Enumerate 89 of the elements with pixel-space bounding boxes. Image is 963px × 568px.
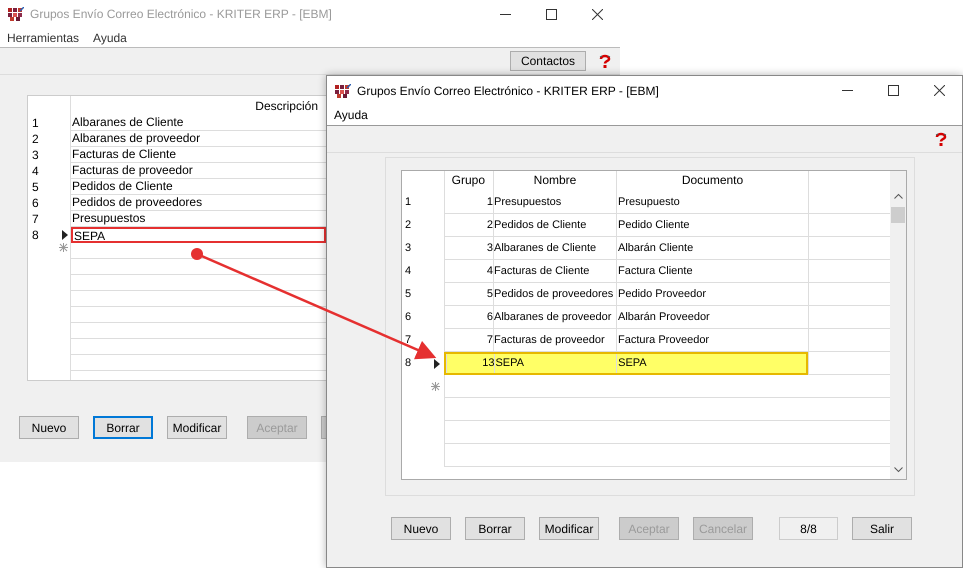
table-cell: Pedidos de Cliente xyxy=(71,179,326,195)
table-row[interactable]: 2Pedidos de Cliente Pedido Cliente xyxy=(444,214,808,237)
table-cell: Albarán Cliente xyxy=(616,237,808,259)
table-cell: 1 xyxy=(444,191,493,213)
action-button[interactable]: Modificar xyxy=(167,416,227,439)
table-row[interactable]: 3Albaranes de Cliente Albarán Cliente xyxy=(444,237,808,260)
row-number: 2 xyxy=(405,218,412,234)
column-header: Grupo xyxy=(444,171,493,191)
table-cell: Presupuestos xyxy=(493,191,616,213)
row-number: 3 xyxy=(32,147,39,164)
table-cell: Pedido Cliente xyxy=(616,214,808,236)
table-cell: Pedidos de proveedores xyxy=(493,283,616,305)
record-counter: 8/8 xyxy=(779,517,838,540)
table-row[interactable]: 1Presupuestos Presupuesto xyxy=(444,191,808,214)
row-number: 3 xyxy=(405,241,412,256)
row-number: 8 xyxy=(405,356,412,372)
app-logo-icon xyxy=(8,7,24,21)
scrollbar[interactable] xyxy=(890,171,906,479)
table-cell: 2 xyxy=(444,214,493,236)
table-cell: Albaranes de proveedor xyxy=(71,131,326,147)
action-button[interactable]: Borrar xyxy=(93,416,153,439)
new-row-icon xyxy=(431,382,440,391)
scroll-down-icon[interactable] xyxy=(894,467,902,473)
app-logo-icon xyxy=(335,84,351,98)
current-row-icon xyxy=(434,358,440,368)
row-number: 8 xyxy=(32,227,39,244)
window-title: Grupos Envío Correo Electrónico - KRITER ERP - [EBM] xyxy=(30,6,333,23)
row-number: 1 xyxy=(405,195,412,210)
table-cell: Factura Proveedor xyxy=(616,329,808,351)
table-cell: 7 xyxy=(444,329,493,351)
maximize-icon xyxy=(546,8,556,20)
row-number: 6 xyxy=(32,195,39,212)
table-cell: 5 xyxy=(444,283,493,305)
menu-item[interactable]: Ayuda xyxy=(334,106,368,124)
table-cell: Pedido Proveedor xyxy=(616,283,808,305)
table-cell: 13 xyxy=(446,354,494,373)
table-cell: Albarán Proveedor xyxy=(616,306,808,328)
column-header: Documento xyxy=(616,171,808,191)
close-icon xyxy=(934,85,944,96)
window-title: Grupos Envío Correo Electrónico - KRITER ERP - [EBM] xyxy=(357,82,660,100)
menu-item[interactable]: Herramientas xyxy=(7,28,80,46)
scroll-up-icon[interactable] xyxy=(894,193,902,199)
row-number: 1 xyxy=(32,115,39,132)
action-button[interactable]: Borrar xyxy=(465,517,525,540)
table-cell: Presupuesto xyxy=(616,191,808,213)
table-row[interactable]: 4Facturas de Cliente Factura Cliente xyxy=(444,260,808,283)
table-cell: Pedidos de Cliente xyxy=(493,214,616,236)
table-cell: Facturas de Cliente xyxy=(71,147,326,163)
column-header: Descripción xyxy=(255,98,318,115)
column-header: Nombre xyxy=(493,171,616,191)
help-icon[interactable] xyxy=(598,54,612,68)
row-number: 7 xyxy=(32,211,39,228)
table-row[interactable]: 6Albaranes de proveedor Albarán Proveedor xyxy=(444,306,808,329)
row-number: 5 xyxy=(32,179,39,196)
row-number: 6 xyxy=(405,310,412,326)
table-cell: Albaranes de Cliente xyxy=(71,115,326,131)
close-icon xyxy=(592,8,602,20)
row-number: 7 xyxy=(405,333,412,348)
contacts-button[interactable]: Contactos xyxy=(510,51,586,71)
table-row[interactable]: 13SEPA SEPA xyxy=(444,352,808,375)
table-cell: 3 xyxy=(444,237,493,259)
row-number: 5 xyxy=(405,287,412,302)
current-row-icon xyxy=(62,230,68,240)
table-cell: Factura Cliente xyxy=(616,260,808,282)
row-number: 4 xyxy=(32,163,39,180)
table-cell: Pedidos de proveedores xyxy=(71,195,326,211)
action-button[interactable]: Nuevo xyxy=(19,416,79,439)
table-row[interactable]: 5Pedidos de proveedores Pedido Proveedor xyxy=(444,283,808,306)
help-icon[interactable] xyxy=(934,132,948,146)
table-cell: 6 xyxy=(444,306,493,328)
scrollbar-thumb[interactable] xyxy=(891,207,905,223)
action-button[interactable]: Nuevo xyxy=(391,517,451,540)
table-cell: Facturas de Cliente xyxy=(493,260,616,282)
table-cell: Facturas de proveedor xyxy=(71,163,326,179)
menu-item[interactable]: Ayuda xyxy=(93,28,127,46)
table-cell: Albaranes de proveedor xyxy=(493,306,616,328)
action-button[interactable]: Modificar xyxy=(539,517,599,540)
row-number: 4 xyxy=(405,264,412,280)
table-cell: Presupuestos xyxy=(71,211,326,227)
table-cell: Albaranes de Cliente xyxy=(493,237,616,259)
row-number: 2 xyxy=(32,131,39,148)
table-cell: 4 xyxy=(444,260,493,282)
table-cell: SEPA xyxy=(494,354,616,373)
exit-button[interactable]: Salir xyxy=(852,517,912,540)
table-cell: SEPA xyxy=(71,227,326,243)
new-row-icon xyxy=(59,243,68,252)
table-cell: Facturas de proveedor xyxy=(493,329,616,351)
maximize-icon xyxy=(888,85,898,96)
table-cell: SEPA xyxy=(616,354,806,373)
